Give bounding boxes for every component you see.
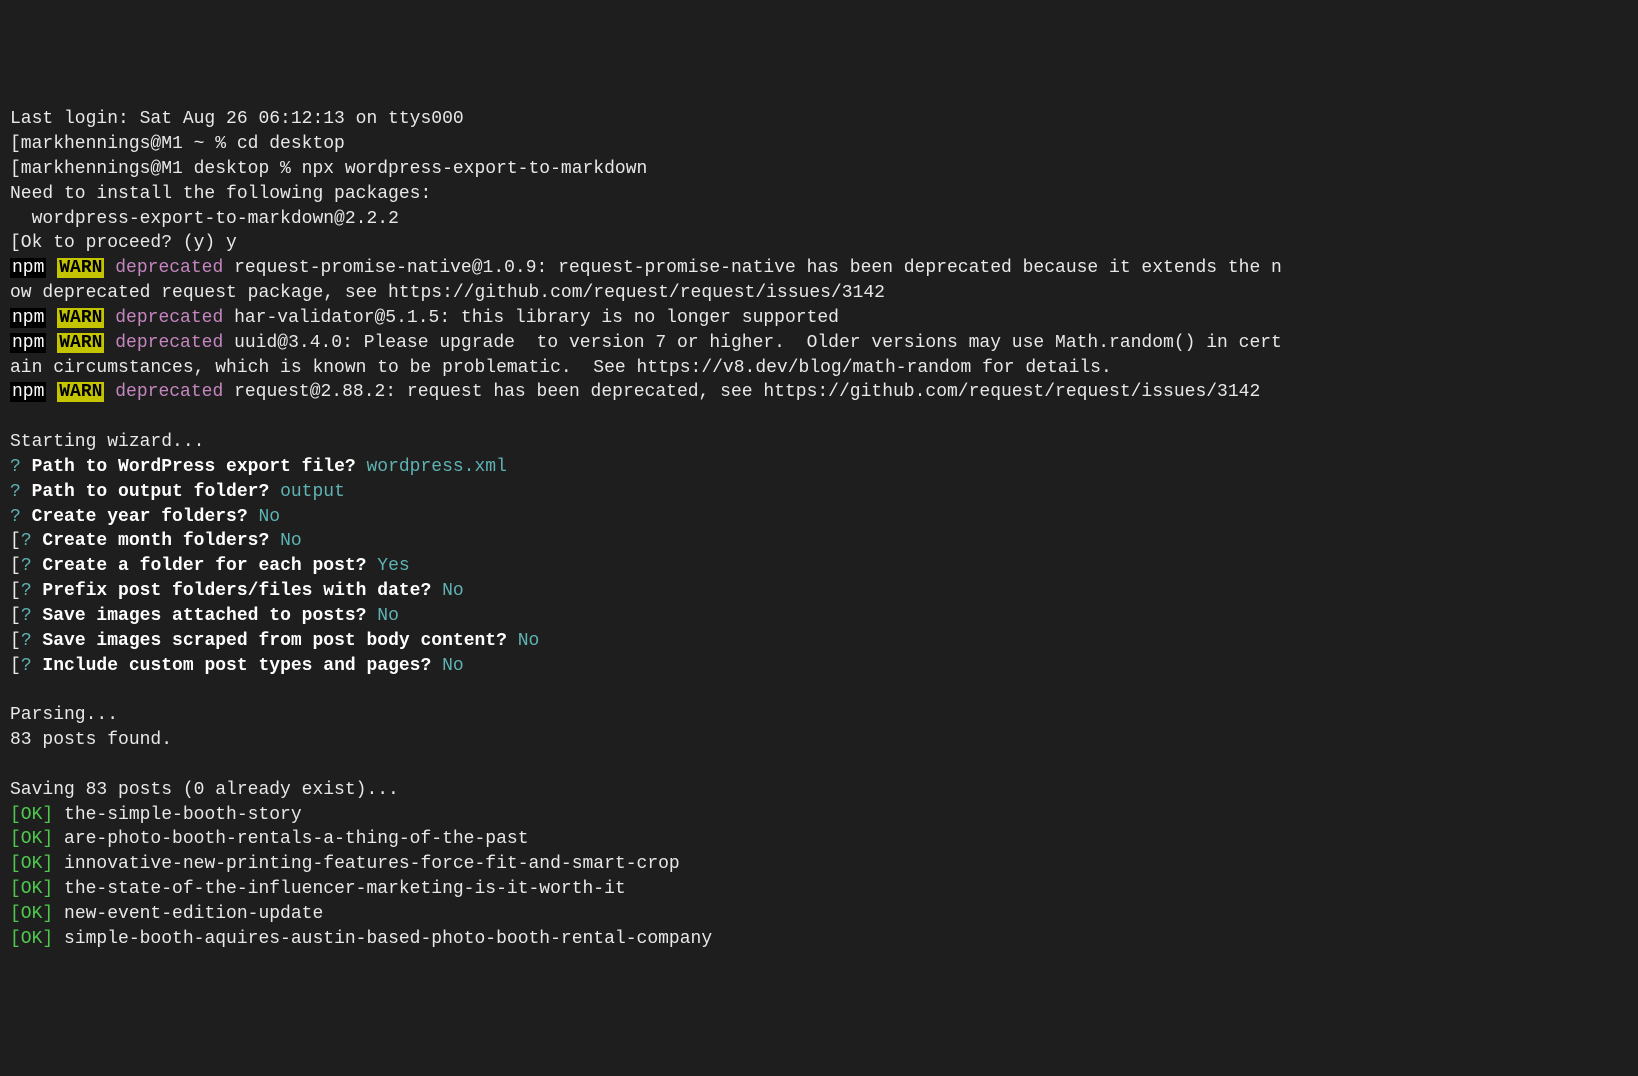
question-text: Create year folders?	[21, 507, 259, 527]
ok-tag: [OK]	[10, 805, 53, 825]
blank-line	[10, 405, 1628, 430]
wizard-q5: [? Create a folder for each post? Yes	[10, 554, 1628, 579]
saving-line: Saving 83 posts (0 already exist)...	[10, 778, 1628, 803]
question-mark: ?	[10, 507, 21, 527]
question-text: Include custom post types and pages?	[32, 656, 442, 676]
install-proceed-line: [Ok to proceed? (y) y	[10, 231, 1628, 256]
question-text: Create month folders?	[32, 531, 280, 551]
question-text: Path to output folder?	[21, 482, 280, 502]
answer-text: output	[280, 482, 345, 502]
answer-text: No	[442, 581, 464, 601]
ok-tag: [OK]	[10, 829, 53, 849]
ok-tag: [OK]	[10, 904, 53, 924]
warn-text: har-validator@5.1.5: this library is no …	[223, 308, 839, 328]
wizard-q2: ? Path to output folder? output	[10, 480, 1628, 505]
warn-tag: WARN	[57, 308, 104, 328]
deprecated-label: deprecated	[115, 333, 223, 353]
blank-line	[10, 753, 1628, 778]
bracket: [	[10, 656, 21, 676]
post-slug: the-simple-booth-story	[53, 805, 301, 825]
ok-tag: [OK]	[10, 929, 53, 949]
answer-text: No	[518, 631, 540, 651]
question-text: Prefix post folders/files with date?	[32, 581, 442, 601]
post-slug: are-photo-booth-rentals-a-thing-of-the-p…	[53, 829, 528, 849]
npm-tag: npm	[10, 382, 46, 402]
prompt-line-1: [markhennings@M1 ~ % cd desktop	[10, 132, 1628, 157]
answer-text: wordpress.xml	[366, 457, 506, 477]
post-slug: the-state-of-the-influencer-marketing-is…	[53, 879, 626, 899]
post-slug: new-event-edition-update	[53, 904, 323, 924]
ok-tag: [OK]	[10, 879, 53, 899]
ok-tag: [OK]	[10, 854, 53, 874]
starting-wizard-line: Starting wizard...	[10, 430, 1628, 455]
warn-line-4: npm WARN deprecated request@2.88.2: requ…	[10, 380, 1628, 405]
bracket: [	[10, 556, 21, 576]
warn-tag: WARN	[57, 382, 104, 402]
bracket: [	[10, 631, 21, 651]
warn-line-3b: ain circumstances, which is known to be …	[10, 356, 1628, 381]
last-login-line: Last login: Sat Aug 26 06:12:13 on ttys0…	[10, 107, 1628, 132]
npm-tag: npm	[10, 258, 46, 278]
warn-tag: WARN	[57, 333, 104, 353]
warn-text: request@2.88.2: request has been depreca…	[223, 382, 1260, 402]
install-need-line: Need to install the following packages:	[10, 182, 1628, 207]
wizard-q3: ? Create year folders? No	[10, 505, 1628, 530]
deprecated-label: deprecated	[115, 258, 223, 278]
wizard-q1: ? Path to WordPress export file? wordpre…	[10, 455, 1628, 480]
bracket: [	[10, 531, 21, 551]
question-mark: ?	[21, 531, 32, 551]
terminal-output[interactable]: Last login: Sat Aug 26 06:12:13 on ttys0…	[10, 107, 1628, 951]
blank-line	[10, 678, 1628, 703]
warn-tag: WARN	[57, 258, 104, 278]
post-ok-5: [OK] new-event-edition-update	[10, 902, 1628, 927]
post-slug: innovative-new-printing-features-force-f…	[53, 854, 680, 874]
question-text: Save images attached to posts?	[32, 606, 378, 626]
wizard-q4: [? Create month folders? No	[10, 529, 1628, 554]
answer-text: No	[377, 606, 399, 626]
answer-text: No	[280, 531, 302, 551]
install-pkg-line: wordpress-export-to-markdown@2.2.2	[10, 207, 1628, 232]
warn-text: uuid@3.4.0: Please upgrade to version 7 …	[223, 333, 1282, 353]
post-ok-6: [OK] simple-booth-aquires-austin-based-p…	[10, 927, 1628, 952]
wizard-q7: [? Save images attached to posts? No	[10, 604, 1628, 629]
question-text: Save images scraped from post body conte…	[32, 631, 518, 651]
prompt-line-2: [markhennings@M1 desktop % npx wordpress…	[10, 157, 1628, 182]
answer-text: No	[442, 656, 464, 676]
warn-line-2: npm WARN deprecated har-validator@5.1.5:…	[10, 306, 1628, 331]
question-mark: ?	[10, 482, 21, 502]
deprecated-label: deprecated	[115, 308, 223, 328]
bracket: [	[10, 606, 21, 626]
question-mark: ?	[21, 606, 32, 626]
post-slug: simple-booth-aquires-austin-based-photo-…	[53, 929, 712, 949]
post-ok-3: [OK] innovative-new-printing-features-fo…	[10, 852, 1628, 877]
warn-line-1: npm WARN deprecated request-promise-nati…	[10, 256, 1628, 281]
parsing-line: Parsing...	[10, 703, 1628, 728]
question-mark: ?	[21, 581, 32, 601]
answer-text: No	[258, 507, 280, 527]
npm-tag: npm	[10, 333, 46, 353]
question-mark: ?	[10, 457, 21, 477]
question-mark: ?	[21, 556, 32, 576]
bracket: [	[10, 581, 21, 601]
wizard-q8: [? Save images scraped from post body co…	[10, 629, 1628, 654]
question-mark: ?	[21, 656, 32, 676]
wizard-q9: [? Include custom post types and pages? …	[10, 654, 1628, 679]
post-ok-1: [OK] the-simple-booth-story	[10, 803, 1628, 828]
question-text: Create a folder for each post?	[32, 556, 378, 576]
post-ok-2: [OK] are-photo-booth-rentals-a-thing-of-…	[10, 827, 1628, 852]
post-ok-4: [OK] the-state-of-the-influencer-marketi…	[10, 877, 1628, 902]
question-mark: ?	[21, 631, 32, 651]
deprecated-label: deprecated	[115, 382, 223, 402]
wizard-q6: [? Prefix post folders/files with date? …	[10, 579, 1628, 604]
answer-text: Yes	[377, 556, 409, 576]
warn-text: request-promise-native@1.0.9: request-pr…	[223, 258, 1282, 278]
warn-line-3: npm WARN deprecated uuid@3.4.0: Please u…	[10, 331, 1628, 356]
question-text: Path to WordPress export file?	[21, 457, 367, 477]
npm-tag: npm	[10, 308, 46, 328]
warn-line-1b: ow deprecated request package, see https…	[10, 281, 1628, 306]
posts-found-line: 83 posts found.	[10, 728, 1628, 753]
